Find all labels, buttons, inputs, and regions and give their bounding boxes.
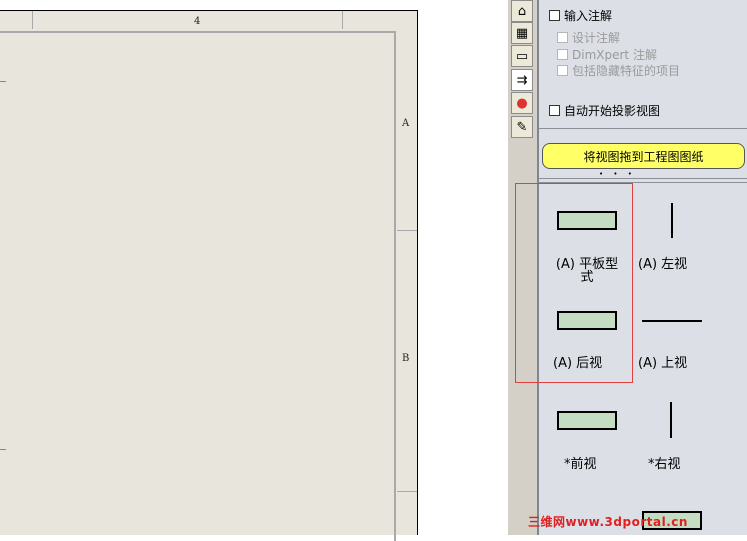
- auto-projected-checkbox[interactable]: 自动开始投影视图: [549, 102, 660, 119]
- zone-divider: [397, 230, 417, 231]
- checkbox-box[interactable]: [549, 105, 560, 116]
- splitter-dots[interactable]: • • •: [599, 170, 636, 178]
- top-view-label: (A) 上视: [638, 356, 688, 371]
- top-view-thumbnail[interactable]: [642, 320, 702, 322]
- checkbox-box[interactable]: [557, 49, 568, 60]
- zone-divider: [342, 11, 343, 29]
- custom-properties-icon[interactable]: ✎: [511, 116, 533, 138]
- appearance-icon[interactable]: ●: [511, 92, 533, 114]
- auto-projected-label: 自动开始投影视图: [564, 104, 661, 118]
- right-view-thumbnail[interactable]: [670, 402, 672, 438]
- drawing-sheet[interactable]: 4 A B: [0, 10, 418, 541]
- dimxpert-annotations-checkbox[interactable]: DimXpert 注解: [557, 46, 657, 63]
- right-view-label: *右视: [648, 457, 681, 472]
- zone-divider: [0, 81, 6, 82]
- left-view-label: (A) 左视: [638, 257, 688, 272]
- left-view-thumbnail[interactable]: [671, 203, 673, 238]
- zone-row-label-b: B: [402, 353, 410, 364]
- front-view-thumbnail[interactable]: [557, 411, 617, 430]
- view-palette-icon[interactable]: ⇉: [511, 69, 533, 91]
- design-annotations-label: 设计注解: [572, 31, 621, 45]
- custom-properties-glyph: ✎: [516, 119, 528, 135]
- watermark: 三维网www.3dportal.cn: [528, 515, 688, 529]
- zone-column-label: 4: [194, 16, 201, 27]
- sheet-border: [0, 31, 396, 541]
- dimxpert-annotations-label: DimXpert 注解: [572, 48, 657, 62]
- import-annotations-checkbox[interactable]: 输入注解: [549, 7, 612, 24]
- zone-row-label-a: A: [402, 118, 410, 129]
- checkbox-box[interactable]: [557, 65, 568, 76]
- zone-divider: [32, 11, 33, 29]
- library-glyph: ▦: [515, 25, 529, 41]
- highlight-box: [515, 183, 633, 383]
- checkbox-box[interactable]: [549, 10, 560, 21]
- include-hidden-label: 包括隐藏特征的项目: [572, 64, 681, 78]
- separator: [539, 128, 747, 129]
- front-view-label: *前视: [564, 457, 597, 472]
- home-glyph: ⌂: [517, 3, 527, 19]
- zone-divider: [0, 449, 6, 450]
- home-icon[interactable]: ⌂: [511, 0, 533, 22]
- view-palette-glyph: ⇉: [516, 72, 528, 88]
- appearance-glyph: ●: [516, 95, 528, 111]
- drag-views-button[interactable]: 将视图拖到工程图图纸: [542, 143, 745, 169]
- zone-divider: [397, 491, 417, 492]
- include-hidden-checkbox[interactable]: 包括隐藏特征的项目: [557, 62, 680, 79]
- design-annotations-checkbox[interactable]: 设计注解: [557, 29, 620, 46]
- checkbox-box[interactable]: [557, 32, 568, 43]
- folder-icon[interactable]: ▭: [511, 45, 533, 67]
- import-annotations-label: 输入注解: [564, 9, 613, 23]
- drawing-area[interactable]: 4 A B: [0, 0, 418, 541]
- folder-glyph: ▭: [515, 48, 529, 64]
- library-icon[interactable]: ▦: [511, 22, 533, 44]
